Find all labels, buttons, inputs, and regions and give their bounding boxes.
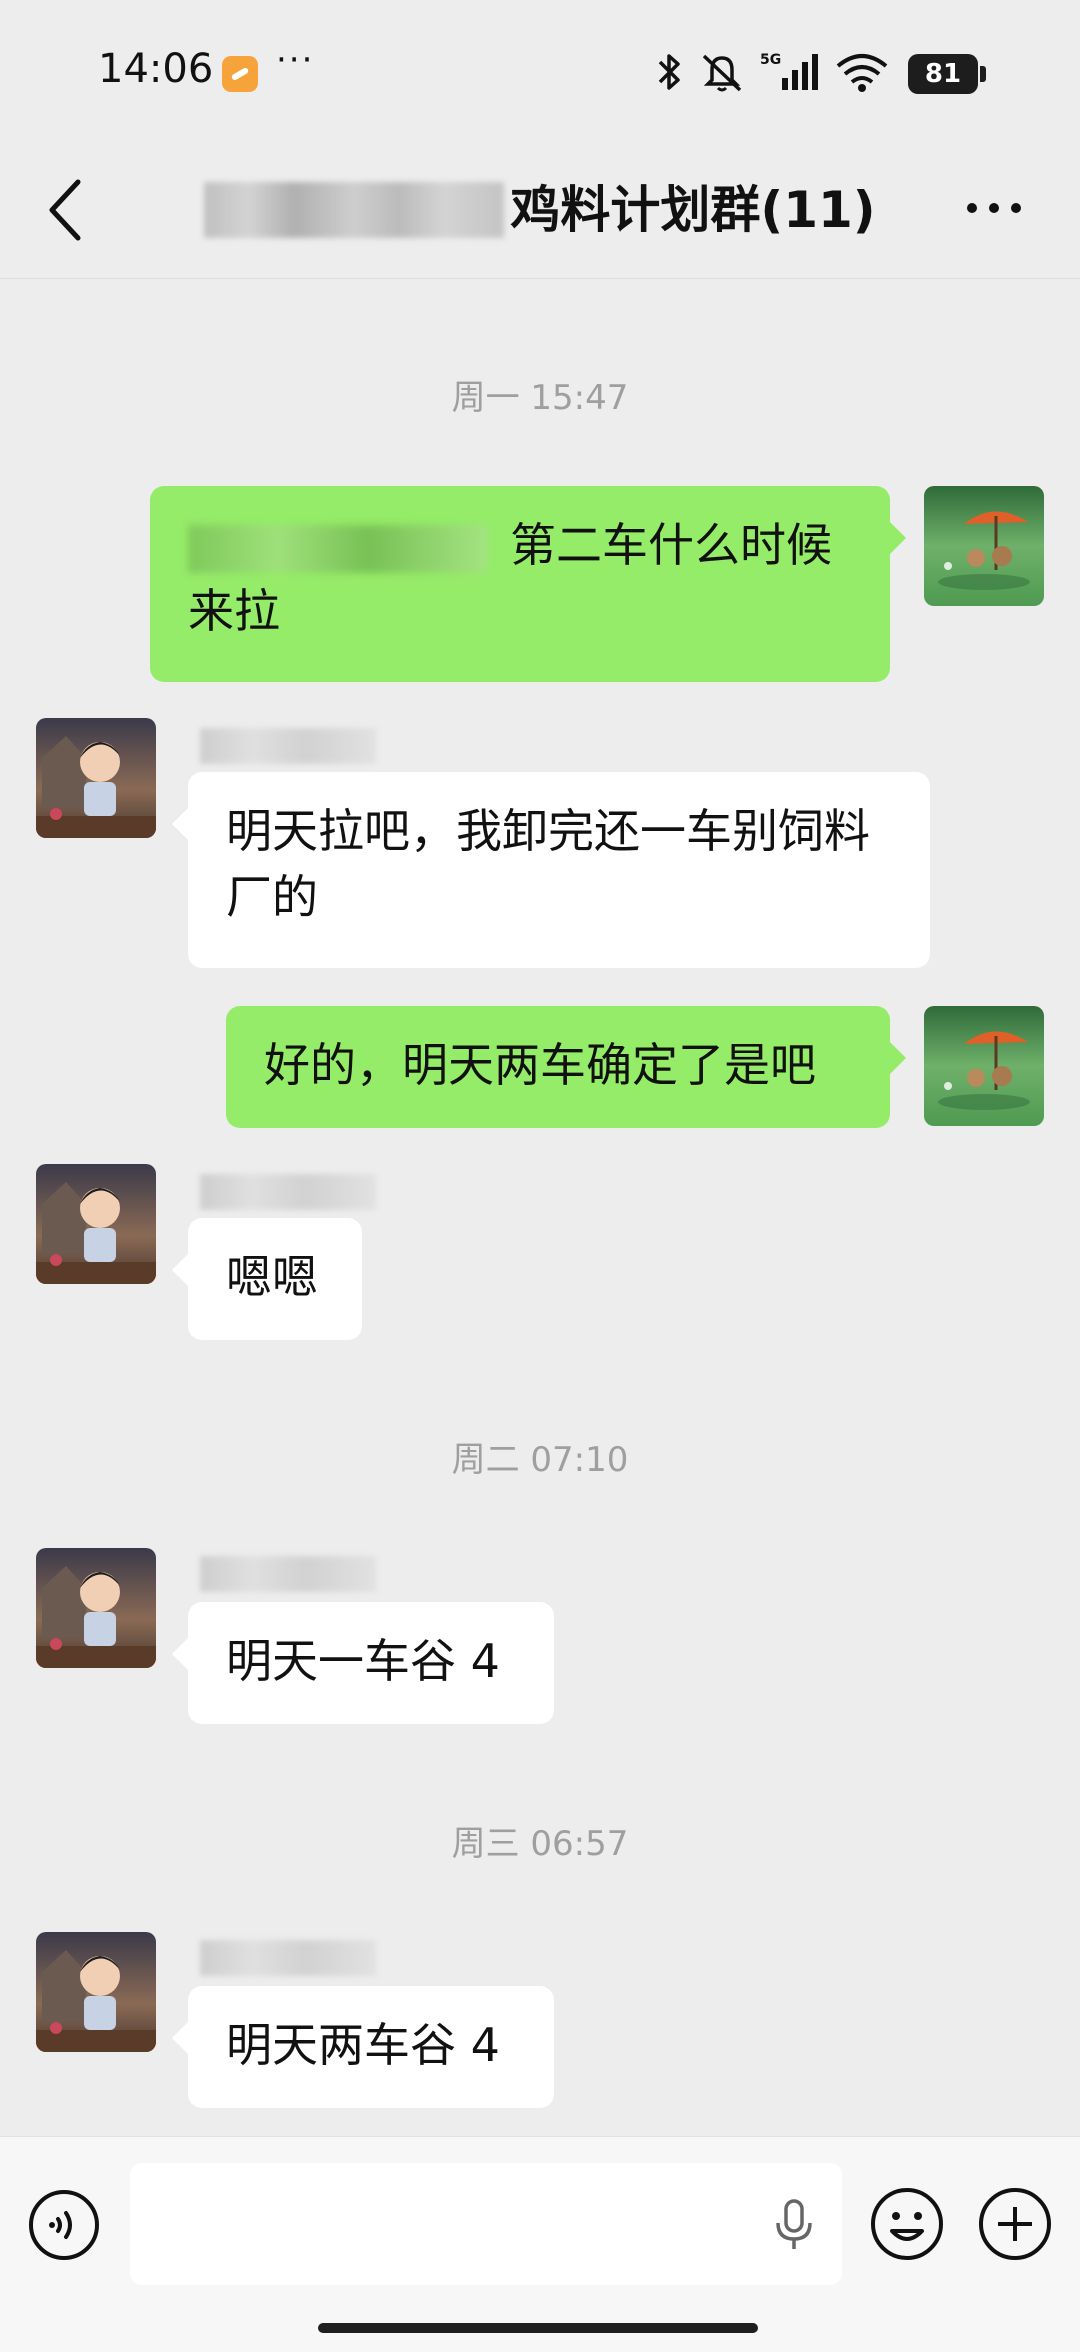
redacted-group-prefix [204,182,505,238]
plus-icon[interactable] [978,2187,1052,2261]
chat-header: 鸡料计划群(11) [0,140,1080,280]
more-dots-icon[interactable] [964,198,1024,218]
mute-icon [702,54,742,92]
status-time: 14:06 [98,46,214,92]
my-avatar[interactable] [924,1006,1044,1126]
battery-icon: 81 [908,54,986,94]
status-bar: 14:06 ··· 5G 81 [0,0,1080,140]
emoji-icon[interactable] [870,2187,944,2261]
timestamp: 周二 07:10 [451,1440,629,1480]
sender-name-redacted [200,1556,376,1592]
header-divider [0,278,1080,279]
microphone-icon[interactable] [774,2199,814,2251]
message-text: 明天拉吧，我卸完还一车别饲料厂的 [226,804,870,924]
sender-name-redacted [200,1174,376,1210]
message-bubble-incoming[interactable]: 明天一车谷 4 [172,1602,554,1724]
chat-title[interactable]: 鸡料计划群(11) [510,140,875,280]
message-bubble-incoming[interactable]: 明天两车谷 4 [172,1986,554,2108]
message-input[interactable] [130,2163,842,2285]
sender-name-redacted [200,1940,376,1976]
my-avatar[interactable] [924,486,1044,606]
message-bubble-incoming[interactable]: 明天拉吧，我卸完还一车别饲料厂的 [172,772,930,968]
message-text: 嗯嗯 [226,1250,318,1304]
contact-avatar[interactable] [36,1548,156,1668]
voice-toggle-icon[interactable] [28,2189,100,2261]
message-text: 好的，明天两车确定了是吧 [264,1038,816,1092]
more-notifications-indicator: ··· [276,40,315,80]
contact-avatar[interactable] [36,1164,156,1284]
message-bubble-incoming[interactable]: 嗯嗯 [172,1218,362,1340]
message-text: 明天一车谷 4 [226,1634,500,1688]
bluetooth-icon [658,54,680,90]
contact-avatar[interactable] [36,718,156,838]
home-indicator[interactable] [318,2323,758,2333]
5g-signal-icon: 5G [760,52,818,90]
wifi-icon [836,54,888,92]
timestamp: 周一 15:47 [451,378,629,418]
contact-avatar[interactable] [36,1932,156,2052]
message-bubble-outgoing[interactable]: 好的，明天两车确定了是吧 [226,1006,906,1128]
message-bubble-outgoing[interactable]: 第二车什么时候来拉 [150,486,906,682]
timestamp: 周三 06:57 [451,1824,629,1864]
message-text: 明天两车谷 4 [226,2018,500,2072]
input-bar [0,2136,1080,2352]
sender-name-redacted [200,728,376,764]
redacted-mention [188,524,488,573]
app-notification-icon [222,56,258,92]
svg-text:5G: 5G [760,52,781,68]
